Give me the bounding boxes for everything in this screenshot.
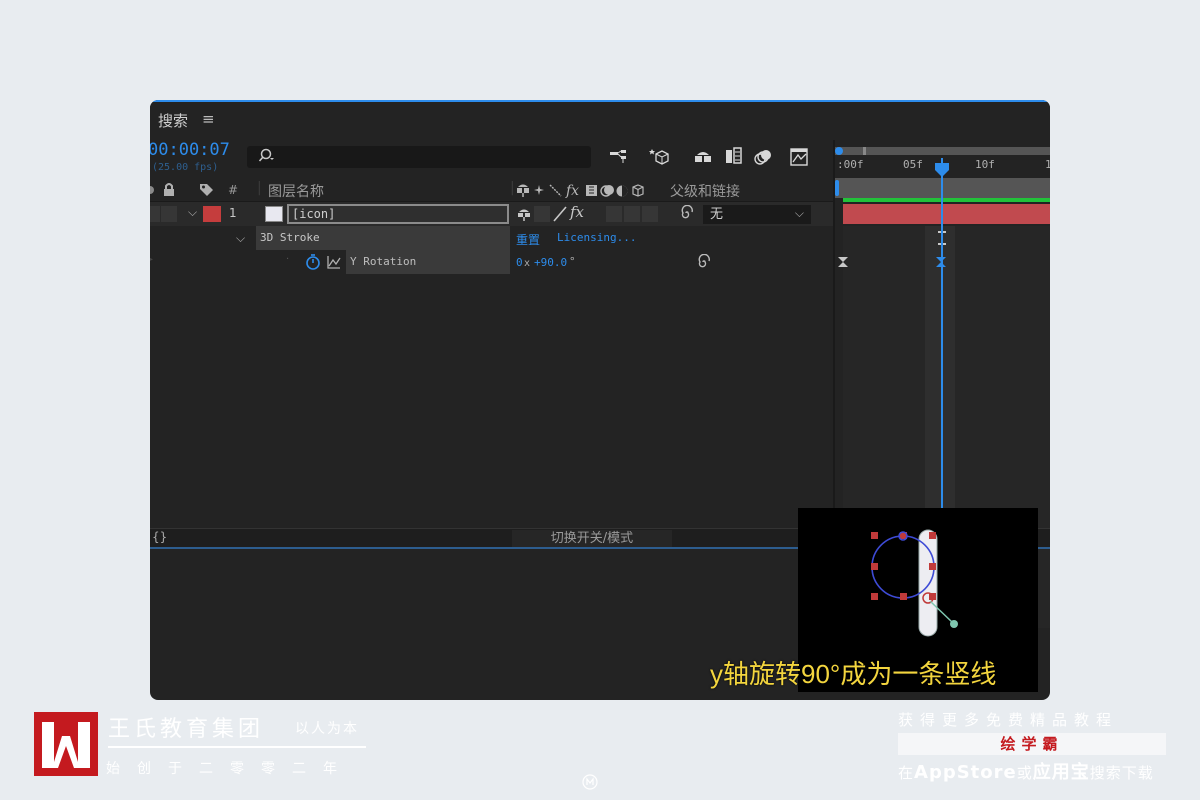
pick-whip-icon[interactable] [679, 204, 695, 225]
brand-divider [108, 746, 366, 748]
rotation-revolutions[interactable]: 0 [516, 256, 523, 269]
stopwatch-icon[interactable] [304, 253, 322, 275]
lock-toggle-switch[interactable] [161, 206, 177, 222]
layer-source-thumbnail [265, 206, 283, 222]
column-separator: | [510, 180, 515, 196]
chevron-down-icon[interactable]: ⌵ [236, 231, 245, 246]
rotation-x-sign: x [524, 258, 531, 269]
quality-switch-icon[interactable] [552, 205, 568, 227]
parent-select[interactable]: 无 ⌵ [703, 205, 811, 224]
av-features-column-icon[interactable] [150, 183, 158, 201]
toggle-switches-modes-button[interactable]: 切换开关/模式 [512, 530, 672, 548]
property-name[interactable]: Y Rotation [346, 250, 510, 274]
effect-name[interactable]: 3D Stroke [256, 226, 510, 250]
ruler-label: 10f [975, 158, 995, 171]
layer-number: 1 [229, 206, 237, 220]
motion-blur-switch[interactable] [624, 206, 640, 222]
promo-market-name: 应用宝 [1032, 762, 1090, 783]
switches-column-icons[interactable]: fx [516, 182, 666, 204]
promo-download-text: 在AppStore或应用宝搜索下载 [898, 758, 1154, 784]
graph-editor-icon[interactable] [788, 146, 810, 168]
layer-name-field[interactable]: [icon] [287, 204, 509, 224]
current-time-display[interactable]: 00:00:07 [150, 140, 230, 160]
column-separator: | [257, 180, 262, 196]
layer-number-column[interactable]: # [228, 183, 238, 197]
promo-text: 在 [898, 764, 915, 782]
promo-store-name: AppStore [914, 762, 1017, 783]
video-toggle-switch[interactable] [150, 206, 160, 222]
composition-flowchart-icon[interactable] [608, 146, 630, 168]
timeline-green-bar [843, 198, 1050, 202]
layer-name-column[interactable]: 图层名称 [268, 181, 324, 201]
ruler-label: :00f [837, 158, 864, 171]
reset-link[interactable]: 重置 [516, 231, 540, 248]
draft-3d-icon[interactable] [648, 146, 670, 168]
effects-switch-icon[interactable]: fx [570, 203, 584, 221]
lock-column-icon[interactable] [162, 182, 176, 202]
expand-braces-icon[interactable]: {} [152, 530, 167, 544]
panel-title[interactable]: 搜索 [158, 110, 188, 131]
keyframe-start-icon[interactable] [836, 254, 850, 273]
ruler-label: 1 [1045, 158, 1050, 171]
brand-name: 王氏教育集团 [108, 717, 265, 742]
motion-blur-icon[interactable] [752, 146, 774, 168]
time-navigator[interactable] [835, 142, 1050, 156]
keyframe-nav-dot: · [286, 254, 290, 265]
layer-duration-bar[interactable] [843, 204, 1050, 224]
ruler-label: 05f [903, 158, 923, 171]
frame-blend-switch[interactable] [606, 206, 622, 222]
frame-blending-icon[interactable] [722, 146, 744, 168]
fps-label: (25.00 fps) [152, 162, 219, 173]
chevron-down-icon[interactable]: ⌵ [188, 205, 197, 220]
layer-label-color[interactable] [203, 206, 221, 222]
layer-column-header: # | 图层名称 | fx 父级和链接 [150, 180, 834, 202]
brand-founded: 始创于二零零二年 [106, 761, 354, 777]
search-icon [257, 147, 275, 169]
promo-text: 搜索下载 [1089, 764, 1154, 782]
expression-pick-whip-icon[interactable] [696, 253, 712, 274]
timeline-highlight-column [925, 226, 955, 546]
rotation-degrees[interactable]: +90.0 [534, 256, 567, 269]
brand-slogan: 以人为本 [295, 721, 359, 737]
layer-row-icon[interactable]: ⌵ 1 [icon] fx 无 ⌵ [150, 202, 834, 226]
promo-app-name: 绘学霸 [898, 733, 1166, 755]
hide-shy-layers-icon[interactable] [692, 146, 714, 168]
keyframe-nav-arrow-icon[interactable]: ▸ [150, 254, 153, 265]
parent-select-value: 无 [710, 207, 724, 222]
svg-text:fx: fx [565, 183, 579, 199]
watermark-icon [581, 773, 599, 795]
chevron-down-icon: ⌵ [794, 206, 804, 220]
playhead-handle-icon[interactable] [934, 162, 950, 182]
collapse-switch[interactable] [534, 206, 550, 222]
licensing-link[interactable]: Licensing... [557, 231, 636, 244]
parent-link-column[interactable]: 父级和链接 [670, 181, 740, 201]
promo-text: 或 [1016, 764, 1033, 782]
property-row-y-rotation[interactable]: ▸ · Y Rotation 0 x +90.0 ° [150, 250, 834, 274]
layer-search-box[interactable] [247, 146, 591, 168]
search-input[interactable] [279, 148, 579, 166]
tutorial-caption: y轴旋转90°成为一条竖线 [710, 659, 997, 689]
brand-logo [34, 712, 98, 776]
graph-icon[interactable] [326, 254, 342, 274]
effect-row[interactable]: ⌵ 3D Stroke 重置 Licensing... [150, 226, 834, 250]
panel-menu-icon[interactable]: ≡ [202, 110, 215, 128]
degree-symbol: ° [569, 255, 576, 268]
adjustment-switch[interactable] [642, 206, 658, 222]
label-column-icon[interactable] [199, 182, 215, 202]
timeline-panel-header: 搜索 ≡ [150, 102, 1050, 138]
shy-switch-icon[interactable] [516, 206, 532, 226]
promo-headline: 获得更多免费精品教程 [898, 711, 1119, 729]
